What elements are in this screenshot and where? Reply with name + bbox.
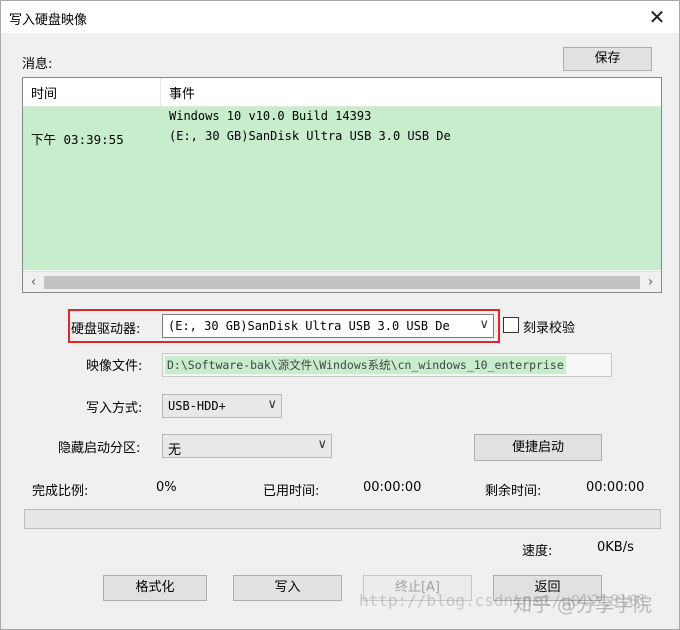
progress-value: 0% bbox=[156, 480, 177, 495]
progress-label: 完成比例: bbox=[32, 484, 89, 499]
image-file-path-field[interactable]: D:\Software-bak\源文件\Windows系统\cn_windows… bbox=[162, 353, 612, 377]
speed-label: 速度: bbox=[522, 544, 553, 559]
hidden-partition-select[interactable]: 无 ∨ bbox=[162, 434, 332, 458]
log-event-line: (E:, 30 GB)SanDisk Ultra USB 3.0 USB De bbox=[169, 129, 451, 143]
window-title: 写入硬盘映像 bbox=[9, 13, 88, 28]
column-divider[interactable] bbox=[160, 78, 161, 107]
close-icon[interactable]: ✕ bbox=[643, 3, 671, 31]
drive-select-value: (E:, 30 GB)SanDisk Ultra USB 3.0 USB De bbox=[168, 319, 450, 333]
log-time: 下午 03:39:55 bbox=[31, 132, 124, 147]
log-event-line: Windows 10 v10.0 Build 14393 bbox=[169, 109, 372, 123]
chevron-down-icon: ∨ bbox=[479, 317, 489, 332]
remaining-label: 剩余时间: bbox=[485, 484, 542, 499]
quick-boot-button[interactable]: 便捷启动 bbox=[474, 434, 602, 461]
hidden-partition-label: 隐藏启动分区: bbox=[58, 441, 141, 456]
elapsed-label: 已用时间: bbox=[263, 484, 320, 499]
write-method-label: 写入方式: bbox=[86, 401, 143, 416]
write-method-select[interactable]: USB-HDD+ ∨ bbox=[162, 394, 282, 418]
elapsed-value: 00:00:00 bbox=[363, 480, 422, 495]
column-time[interactable]: 时间 bbox=[31, 83, 57, 102]
format-button[interactable]: 格式化 bbox=[103, 575, 207, 601]
horizontal-scrollbar[interactable]: ‹ › bbox=[23, 271, 661, 292]
drive-select[interactable]: (E:, 30 GB)SanDisk Ultra USB 3.0 USB De … bbox=[162, 314, 494, 338]
message-log-list[interactable]: 时间 事件 下午 03:39:55 Windows 10 v10.0 Build… bbox=[22, 77, 662, 293]
write-button[interactable]: 写入 bbox=[233, 575, 342, 601]
write-method-value: USB-HDD+ bbox=[168, 399, 226, 413]
image-file-path-value: D:\Software-bak\源文件\Windows系统\cn_windows… bbox=[165, 356, 566, 374]
progress-bar bbox=[24, 509, 661, 529]
messages-label: 消息: bbox=[22, 57, 53, 72]
write-disk-image-dialog: 写入硬盘映像 ✕ 消息: 保存 时间 事件 下午 03:39:55 Window… bbox=[0, 0, 680, 630]
chevron-down-icon: ∨ bbox=[317, 437, 327, 452]
image-file-label: 映像文件: bbox=[86, 359, 143, 374]
drive-label: 硬盘驱动器: bbox=[71, 322, 141, 337]
log-body: 下午 03:39:55 Windows 10 v10.0 Build 14393… bbox=[23, 107, 661, 270]
scroll-left-icon[interactable]: ‹ bbox=[24, 272, 43, 293]
verify-label[interactable]: 刻录校验 bbox=[523, 317, 575, 336]
speed-value: 0KB/s bbox=[597, 540, 634, 555]
column-event[interactable]: 事件 bbox=[169, 83, 195, 102]
scroll-right-icon[interactable]: › bbox=[641, 272, 660, 293]
log-header: 时间 事件 bbox=[23, 78, 661, 107]
save-button[interactable]: 保存 bbox=[563, 47, 652, 71]
scrollbar-thumb[interactable] bbox=[44, 276, 640, 289]
verify-checkbox[interactable] bbox=[503, 317, 519, 333]
watermark-brand: 知乎 @分享学院 bbox=[513, 594, 653, 616]
remaining-value: 00:00:00 bbox=[586, 480, 645, 495]
hidden-partition-value: 无 bbox=[168, 443, 182, 458]
title-bar: 写入硬盘映像 ✕ bbox=[1, 1, 679, 33]
chevron-down-icon: ∨ bbox=[267, 397, 277, 412]
